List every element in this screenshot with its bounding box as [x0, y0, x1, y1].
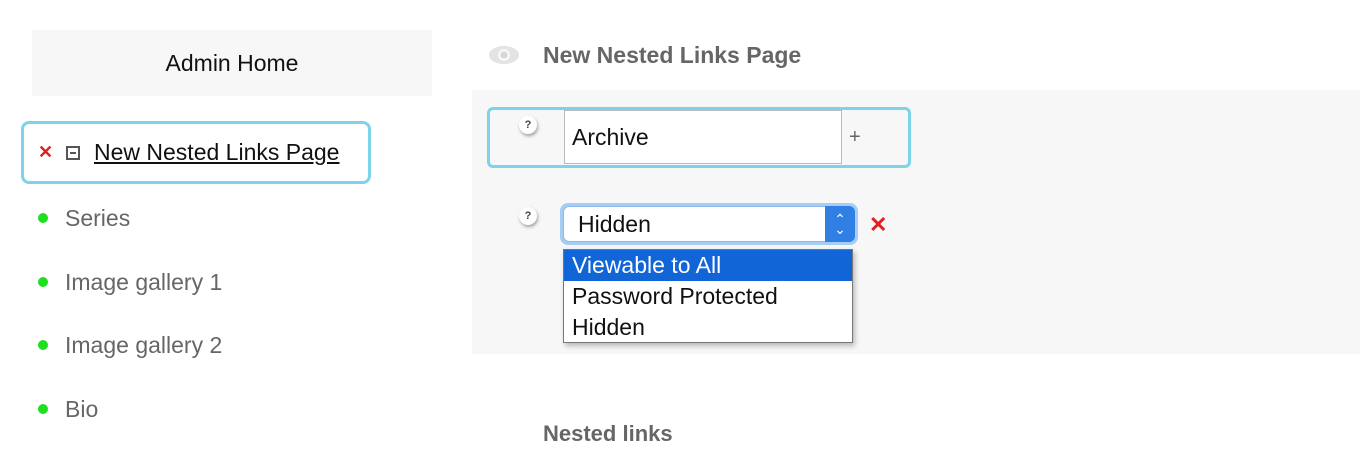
status-dot-icon — [38, 277, 48, 287]
collapse-icon[interactable] — [66, 145, 80, 160]
sidebar-item-series[interactable]: Series — [38, 203, 130, 233]
status-dot-icon — [38, 213, 48, 223]
admin-home-link[interactable]: Admin Home — [32, 30, 432, 96]
add-button[interactable]: + — [849, 126, 861, 149]
sidebar-item-image-gallery-1[interactable]: Image gallery 1 — [38, 267, 222, 297]
admin-home-label: Admin Home — [165, 49, 299, 76]
page-title: New Nested Links Page — [543, 42, 802, 68]
sidebar-item-image-gallery-2[interactable]: Image gallery 2 — [38, 330, 222, 360]
status-dot-icon — [38, 340, 48, 350]
sidebar-item-label: Bio — [65, 395, 99, 422]
help-icon[interactable]: ? — [519, 116, 537, 134]
sidebar-item-current-page[interactable]: ✕ New Nested Links Page — [21, 121, 371, 184]
chevron-updown-icon: ⌃ ⌄ — [825, 206, 855, 242]
option-viewable-to-all[interactable]: Viewable to All — [564, 250, 852, 281]
sidebar-item-current-label[interactable]: New Nested Links Page — [94, 139, 339, 166]
option-password-protected[interactable]: Password Protected — [564, 281, 852, 312]
eye-icon[interactable] — [488, 42, 520, 68]
delete-page-icon[interactable]: ✕ — [38, 142, 58, 163]
red-x-icon[interactable]: ✕ — [869, 212, 887, 238]
help-icon[interactable]: ? — [519, 207, 537, 225]
sidebar-item-label: Image gallery 1 — [65, 268, 223, 295]
visibility-select[interactable]: Hidden ⌃ ⌄ — [560, 203, 858, 245]
sidebar-item-bio[interactable]: Bio — [38, 394, 98, 424]
nested-links-heading: Nested links — [543, 421, 673, 446]
status-dot-icon — [38, 404, 48, 414]
visibility-dropdown-list: Viewable to All Password Protected Hidde… — [563, 249, 853, 343]
visibility-selected-value: Hidden — [578, 210, 651, 237]
sidebar-item-label: Image gallery 2 — [65, 331, 223, 358]
page-name-input[interactable] — [564, 110, 842, 164]
option-hidden[interactable]: Hidden — [564, 312, 852, 343]
sidebar-item-label: Series — [65, 204, 131, 231]
